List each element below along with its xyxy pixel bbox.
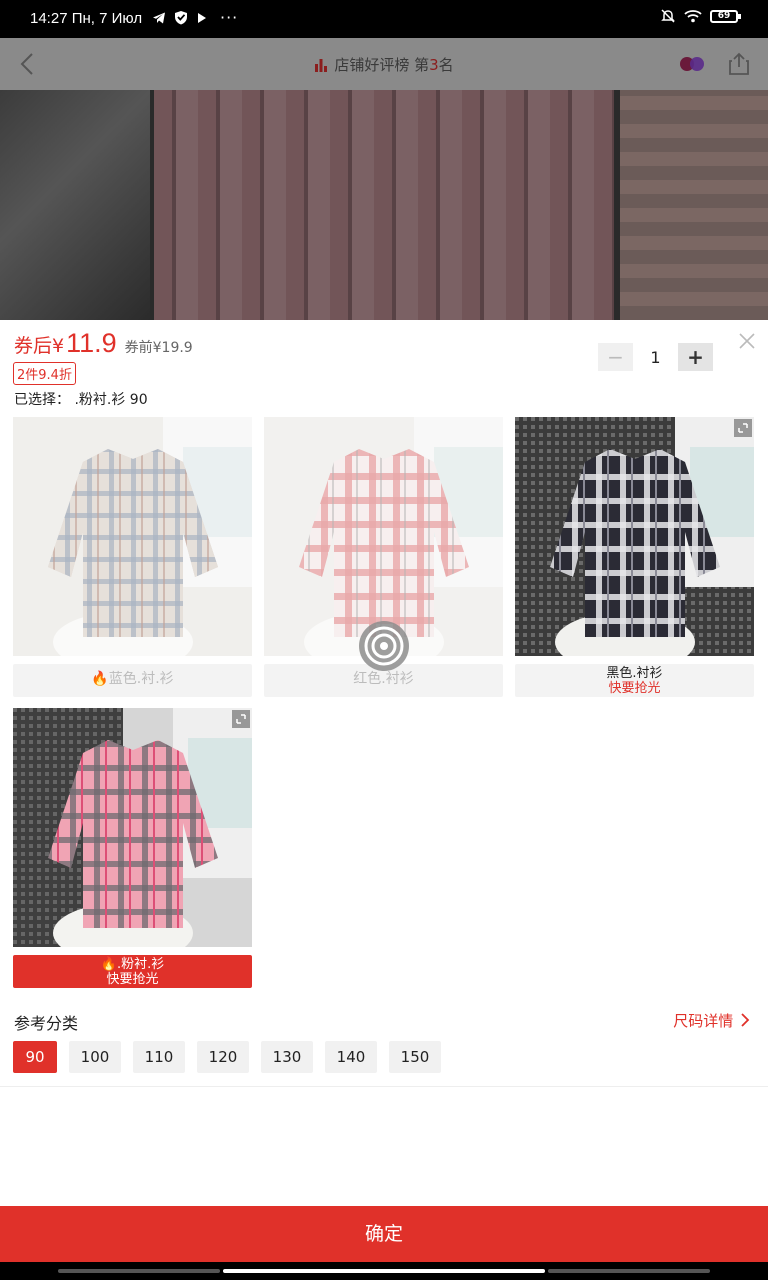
variant-image[interactable] [13, 417, 252, 656]
rank-number: 3 [429, 56, 439, 74]
status-time: 14:27 Пн, 7 Июл [30, 10, 143, 27]
variant-image[interactable] [13, 708, 252, 947]
size-option-120[interactable]: 120 [197, 1041, 249, 1073]
status-bar: 14:27 Пн, 7 Июл ··· 69 [0, 0, 768, 38]
size-section-title: 参考分类 [14, 1014, 79, 1033]
rank-prefix: 店铺好评榜 第 [334, 56, 430, 74]
variant-option[interactable]: 🔥蓝色.衬.衫 [13, 417, 252, 697]
stock-warning: 快要抢光 [106, 972, 159, 987]
shirt-photo [13, 708, 252, 947]
quantity-plus-button[interactable]: + [678, 343, 713, 371]
nav-segment-right [548, 1269, 710, 1273]
price-label: 券后¥ [14, 335, 65, 357]
size-detail-label: 尺码详情 [673, 1012, 734, 1030]
variant-name: .粉衬.衫 [116, 957, 165, 972]
quantity-stepper: − 1 + [598, 343, 713, 371]
variant-label: 黑色.衬衫 快要抢光 [515, 664, 754, 697]
size-option-100[interactable]: 100 [69, 1041, 121, 1073]
size-options: 90 100 110 120 130 140 150 [13, 1041, 441, 1073]
size-option-90[interactable]: 90 [13, 1041, 57, 1073]
variant-name: 黑色.衬衫 [606, 666, 663, 681]
variant-label: 🔥蓝色.衬.衫 [13, 664, 252, 697]
fire-icon: 🔥 [91, 671, 109, 687]
price-row: 券后¥ 11.9 券前¥19.9 [14, 328, 193, 359]
disabled-overlay [13, 417, 252, 656]
gallery-image-center [154, 90, 614, 320]
size-detail-link[interactable]: 尺码详情 [673, 1010, 750, 1031]
size-option-130[interactable]: 130 [261, 1041, 313, 1073]
brand-dots-icon [680, 57, 704, 71]
discount-badge: 2件9.4折 [13, 362, 76, 385]
store-rank-title[interactable]: 店铺好评榜 第3名 [0, 54, 768, 75]
product-gallery[interactable] [0, 90, 768, 320]
variant-name: 蓝色.衬.衫 [108, 671, 174, 687]
wifi-icon [684, 10, 702, 23]
divider [0, 1086, 768, 1087]
shield-icon [175, 11, 187, 25]
share-icon[interactable] [728, 52, 750, 76]
size-option-110[interactable]: 110 [133, 1041, 185, 1073]
battery-icon: 69 [710, 9, 741, 23]
price-value: 11.9 [66, 328, 117, 358]
system-nav-bar [0, 1262, 768, 1280]
size-option-150[interactable]: 150 [389, 1041, 441, 1073]
fire-icon: 🔥 [100, 957, 117, 972]
home-indicator[interactable] [223, 1269, 545, 1273]
quantity-minus-button[interactable]: − [598, 343, 633, 371]
variant-option-selected[interactable]: 🔥.粉衬.衫 快要抢光 [13, 708, 252, 988]
more-dots-icon: ··· [220, 8, 239, 27]
size-option-140[interactable]: 140 [325, 1041, 377, 1073]
quantity-value[interactable]: 1 [633, 348, 678, 367]
gallery-image-right [620, 90, 768, 320]
variant-option[interactable]: 黑色.衬衫 快要抢光 [515, 417, 754, 697]
sku-selector-sheet: 券后¥ 11.9 券前¥19.9 2件9.4折 已选择： .粉衬.衫 90 − … [0, 320, 768, 1206]
selected-summary: 已选择： .粉衬.衫 90 [14, 392, 148, 408]
top-nav: 店铺好评榜 第3名 [0, 38, 768, 90]
chevron-right-icon [741, 1013, 750, 1027]
touch-target-icon [359, 621, 409, 671]
stock-warning: 快要抢光 [608, 681, 661, 696]
confirm-button[interactable]: 确定 [0, 1206, 768, 1262]
close-icon[interactable] [738, 332, 756, 350]
telegram-icon [153, 12, 165, 23]
price-before-coupon: 券前¥19.9 [124, 340, 193, 356]
expand-icon[interactable] [232, 710, 250, 728]
expand-icon[interactable] [734, 419, 752, 437]
play-icon [198, 12, 206, 23]
variant-label: 🔥.粉衬.衫 快要抢光 [13, 955, 252, 988]
shirt-photo [515, 417, 754, 656]
mute-bell-icon [661, 9, 675, 23]
rank-suffix: 名 [438, 56, 454, 74]
rank-chart-icon [315, 59, 328, 72]
nav-segment-left [58, 1269, 220, 1273]
variant-image[interactable] [515, 417, 754, 656]
gallery-image-left [0, 90, 150, 320]
